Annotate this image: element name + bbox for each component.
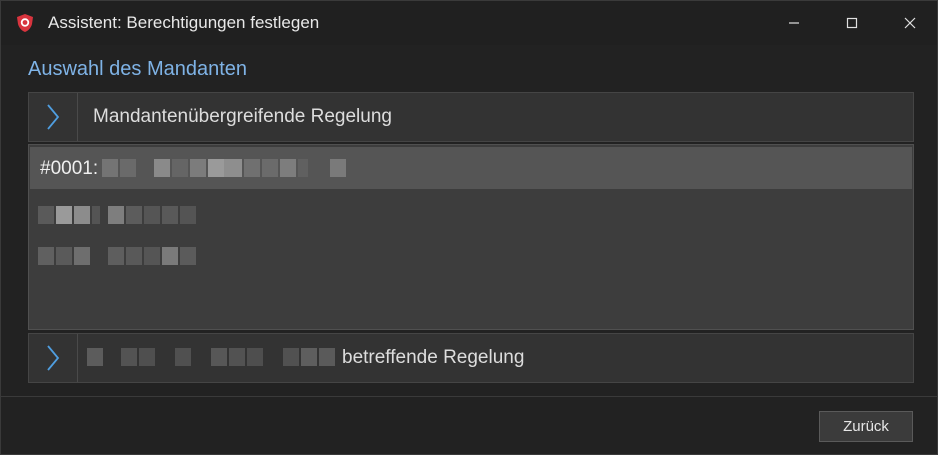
cross-client-expander[interactable]: Mandantenübergreifende Regelung bbox=[28, 92, 914, 142]
redacted-client-name bbox=[38, 206, 198, 224]
client-number: #0001: bbox=[40, 158, 99, 179]
client-specific-expander[interactable]: betreffende Regelung bbox=[28, 333, 914, 383]
redacted-client-name bbox=[87, 348, 337, 366]
chevron-right-icon bbox=[47, 104, 60, 130]
expander-label: Mandantenübergreifende Regelung bbox=[93, 106, 392, 127]
list-item[interactable] bbox=[30, 236, 912, 278]
expand-toggle[interactable] bbox=[29, 334, 78, 382]
chevron-right-icon bbox=[47, 345, 60, 371]
section-heading: Auswahl des Mandanten bbox=[28, 58, 248, 80]
minimize-button[interactable] bbox=[765, 1, 823, 45]
window-title: Assistent: Berechtigungen festlegen bbox=[48, 13, 320, 32]
redacted-client-name bbox=[38, 247, 198, 265]
shield-icon bbox=[15, 13, 35, 33]
footer-divider bbox=[1, 396, 937, 397]
client-list[interactable]: #0001: bbox=[28, 144, 914, 330]
close-button[interactable] bbox=[881, 1, 938, 45]
expand-toggle[interactable] bbox=[29, 93, 78, 141]
maximize-button[interactable] bbox=[823, 1, 881, 45]
back-button[interactable]: Zurück bbox=[819, 411, 913, 442]
title-bar[interactable]: Assistent: Berechtigungen festlegen bbox=[1, 1, 937, 45]
wizard-window: Assistent: Berechtigungen festlegen Ausw… bbox=[0, 0, 938, 455]
close-icon bbox=[904, 17, 916, 29]
list-item[interactable] bbox=[30, 194, 912, 236]
maximize-icon bbox=[846, 17, 858, 29]
expander-label: betreffende Regelung bbox=[342, 347, 525, 368]
redacted-client-name bbox=[102, 159, 352, 177]
list-item[interactable]: #0001: bbox=[30, 147, 912, 189]
minimize-icon bbox=[789, 22, 799, 24]
